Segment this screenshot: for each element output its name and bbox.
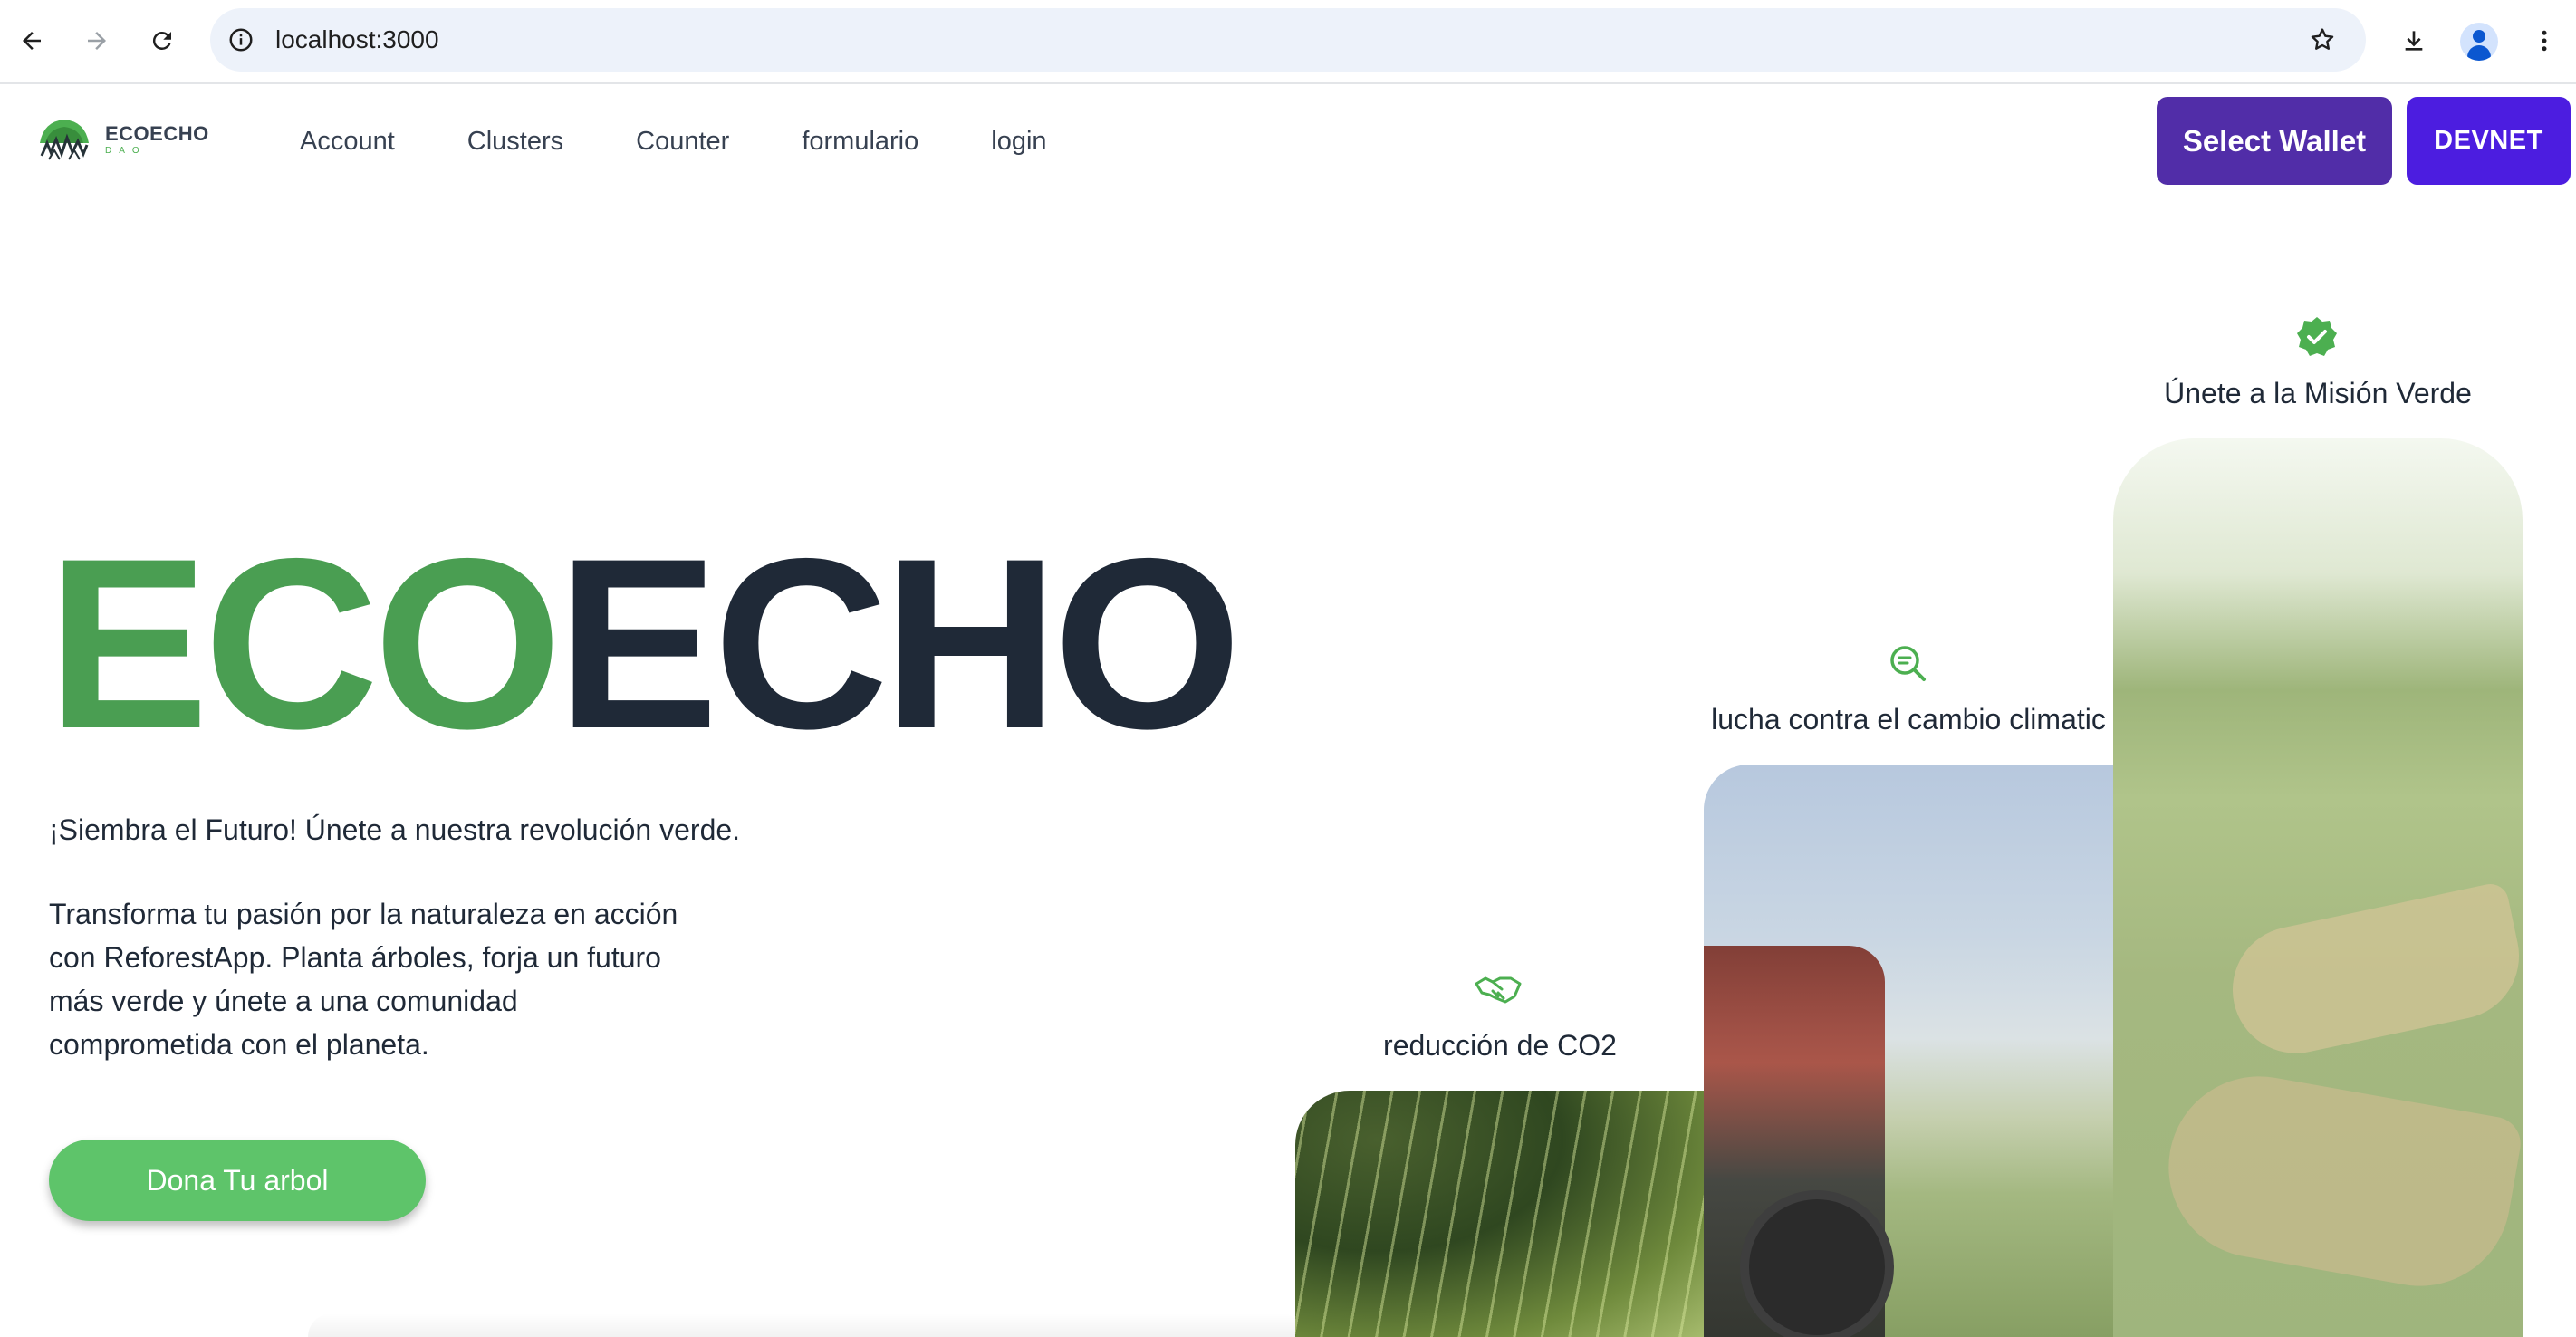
nav-item-login[interactable]: login bbox=[991, 121, 1046, 161]
tractor-field-image bbox=[1704, 765, 2113, 1337]
nav-item-clusters[interactable]: Clusters bbox=[467, 121, 563, 161]
site-info-icon[interactable] bbox=[223, 22, 259, 58]
network-button[interactable]: DEVNET bbox=[2407, 97, 2571, 185]
donate-button[interactable]: Dona Tu arbol bbox=[49, 1140, 426, 1221]
main-nav: Account Clusters Counter formulario logi… bbox=[300, 121, 1120, 161]
nav-item-formulario[interactable]: formulario bbox=[802, 121, 918, 161]
address-bar[interactable]: localhost:3000 bbox=[210, 8, 2366, 72]
reload-icon[interactable] bbox=[141, 20, 183, 62]
bookmark-star-icon[interactable] bbox=[2304, 22, 2341, 58]
hero-title: ECOECHO bbox=[47, 507, 1242, 779]
brand-logo[interactable]: ECOECHO DAO bbox=[36, 116, 209, 163]
feature-label-climate: lucha contra el cambio climatic bbox=[1711, 703, 2106, 736]
grass-image bbox=[1295, 1091, 1705, 1337]
back-arrow-icon[interactable] bbox=[11, 20, 53, 62]
forest-logo-icon bbox=[40, 120, 89, 160]
nav-item-account[interactable]: Account bbox=[300, 121, 395, 161]
select-wallet-button[interactable]: Select Wallet bbox=[2157, 97, 2392, 185]
brand-sub: DAO bbox=[105, 146, 147, 156]
section-shadow bbox=[308, 1313, 1304, 1337]
browser-toolbar: localhost:3000 bbox=[0, 0, 2576, 84]
brand-name: ECOECHO bbox=[105, 122, 209, 145]
download-icon[interactable] bbox=[2393, 20, 2435, 62]
hero-title-dark: ECHO bbox=[556, 507, 1242, 779]
forward-arrow-icon[interactable] bbox=[76, 20, 118, 62]
more-menu-icon[interactable] bbox=[2523, 20, 2565, 62]
profile-icon[interactable] bbox=[2460, 23, 2498, 61]
hero-tagline: ¡Siembra el Futuro! Únete a nuestra revo… bbox=[49, 813, 741, 846]
hero-title-green: ECO bbox=[47, 507, 562, 779]
hands-seeds-image bbox=[2113, 438, 2523, 1337]
verified-badge-icon bbox=[2293, 313, 2341, 361]
hero-description: Transforma tu pasión por la naturaleza e… bbox=[49, 898, 678, 1061]
feature-label-mission: Únete a la Misión Verde bbox=[2164, 377, 2472, 409]
search-chat-icon bbox=[1884, 640, 1931, 687]
url-text[interactable]: localhost:3000 bbox=[275, 8, 439, 72]
handshake-icon bbox=[1475, 966, 1522, 1013]
nav-item-counter[interactable]: Counter bbox=[636, 121, 729, 161]
feature-label-co2: reducción de CO2 bbox=[1383, 1029, 1617, 1062]
